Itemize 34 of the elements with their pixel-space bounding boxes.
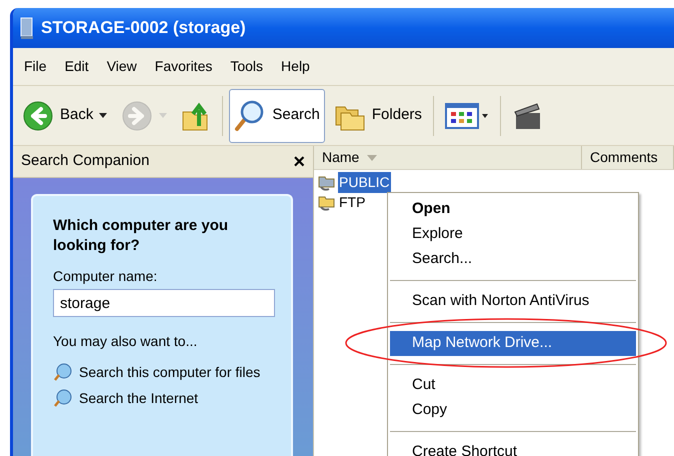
menu-item[interactable]: File	[17, 56, 54, 77]
computer-icon	[19, 16, 35, 40]
search-button[interactable]: Search	[229, 88, 325, 142]
question-heading: Which computer are you looking for?	[53, 216, 230, 256]
context-menu-item[interactable]: Search...	[390, 247, 636, 272]
menu-item[interactable]: Tools	[223, 56, 270, 77]
back-button[interactable]: Back	[17, 88, 112, 142]
pane-title: Search Companion	[21, 151, 150, 172]
sort-arrow-icon	[367, 154, 378, 160]
search-link[interactable]: Search this computer for files	[79, 362, 260, 382]
context-menu-item[interactable]: Explore	[390, 222, 636, 247]
menu-item[interactable]: Help	[274, 56, 317, 77]
field-label: Computer name:	[53, 267, 158, 286]
context-menu-item[interactable]: Open	[390, 197, 636, 222]
dropdown-caret-icon	[159, 113, 168, 118]
close-button[interactable]: ×	[293, 152, 305, 172]
menu-item[interactable]: Favorites	[148, 56, 220, 77]
window-title: STORAGE-0002 (storage)	[41, 17, 246, 40]
file-name[interactable]: FTP	[338, 192, 366, 212]
views-grid-icon	[444, 102, 489, 128]
file-name[interactable]: PUBLIC	[338, 172, 391, 192]
dropdown-caret-icon	[99, 113, 108, 118]
context-menu-item[interactable]: Copy	[390, 398, 636, 423]
menu-item[interactable]: Edit	[58, 56, 96, 77]
menu-item[interactable]: View	[100, 56, 144, 77]
suggestion-text: You may also want to...	[53, 332, 198, 351]
column-header[interactable]: Name	[314, 146, 582, 169]
context-menu-item[interactable]: Scan with Norton AntiVirus	[390, 289, 636, 314]
folders-button[interactable]: Folders	[328, 88, 427, 142]
context-menu-item[interactable]: Map Network Drive...	[390, 331, 636, 356]
search-link[interactable]: Search the Internet	[79, 388, 198, 408]
computer-name-field[interactable]: storage	[53, 289, 275, 317]
context-menu-item[interactable]: Cut	[390, 373, 636, 398]
column-header[interactable]: Comments	[582, 146, 674, 169]
